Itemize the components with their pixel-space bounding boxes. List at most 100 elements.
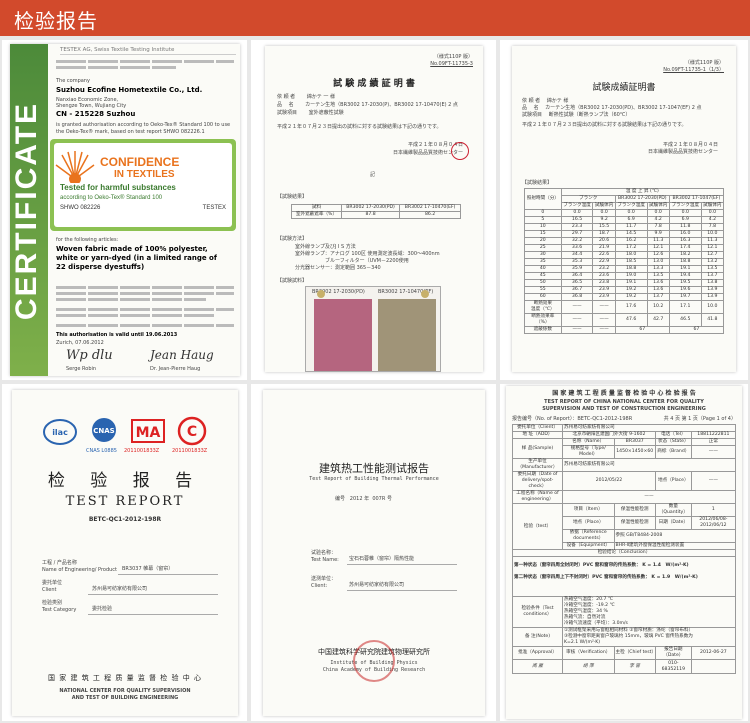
table-cell: 40 <box>524 265 562 273</box>
company-address-2: Shengze Town, Wujiang City <box>56 103 127 109</box>
certificate-band: CERTIFICATE <box>10 44 48 376</box>
table-cell: 45 <box>524 272 562 280</box>
oeko-tex-certificate: CERTIFICATE TESTEX AG, Swiss Textile Tes… <box>10 44 240 376</box>
en-title: TEST REPORT <box>65 494 185 509</box>
jp-insulation-report-image[interactable]: （様式110P 版） No.09FT-11735-1（1/3） 試験成績証明書 … <box>500 40 748 380</box>
signature-1: Wp dlu <box>66 348 113 363</box>
table-cell: 备 注(Note) <box>512 627 563 647</box>
table-cell: 设备（Equipment） <box>562 542 615 550</box>
thermal-report-image[interactable]: 建筑热工性能测试报告 Test Report of Building Therm… <box>251 384 496 721</box>
fabric-swatch-pink <box>314 299 372 371</box>
granted-text: is granted authorisation according to Oe… <box>56 122 231 135</box>
table-cell: 13.7 <box>646 293 670 301</box>
table-cell: 13.5 <box>646 272 670 280</box>
table-cell: 李 冒 <box>613 659 656 674</box>
table-cell: 13.9 <box>700 286 725 294</box>
table-cell: 13.3 <box>646 265 670 273</box>
lab-name: TESTEX AG, Swiss Textile Testing Institu… <box>60 47 236 55</box>
field2-value: 苏州易可纺家纺有限公司 <box>92 586 148 592</box>
cn-detail-report-image[interactable]: 国 家 建 筑 工 程 质 量 监 督 检 验 中 心 检 验 报 告 TEST… <box>500 384 748 721</box>
center-cn: 国 家 建 筑 工 程 质 量 监 督 检 验 中 心 <box>48 674 202 682</box>
table-cell: 11.3 <box>646 237 670 245</box>
table-cell: 0.0 <box>700 209 725 217</box>
table-cell: 23.9 <box>592 293 616 301</box>
jp-insulation-report: （様式110P 版） No.09FT-11735-1（1/3） 試験成績証明書 … <box>512 46 736 372</box>
table-cell: 6.9 <box>668 216 702 224</box>
f1-label: 断熱効果 温度（℃） <box>524 300 562 314</box>
table-cell: 热箱空气温度：20.7 ℃ 冷箱空气温度：-19.2 ℃ 热箱空气湿度：34 % 热箱… <box>562 596 736 628</box>
field1-label: 工程 / 产品名称 <box>42 560 77 566</box>
cn-report-cover-image[interactable]: ilac CNAS MA C CNAS L0885 2011001833Z 20… <box>2 384 247 721</box>
table-cell: 22.6 <box>592 251 616 259</box>
table-cell: 北京市朝阳区建国门外大街 9-1602 <box>562 431 656 439</box>
table-cell: BHR-Ⅱ建筑外窗保温性能检测装置 <box>613 542 737 550</box>
issue-date: Zurich, 07.06.2012 <box>56 340 104 346</box>
table-cell: 13.6 <box>646 279 670 287</box>
cn-title: 检 验 报 告 <box>47 471 203 491</box>
articles-label: for the following articles: <box>56 237 119 243</box>
table-cell: 55 <box>524 286 562 294</box>
certificate-image[interactable]: CERTIFICATE TESTEX AG, Swiss Textile Tes… <box>2 40 247 380</box>
row-shading-rate: 室外遮蔽遮率（%） <box>291 211 342 219</box>
table-cell: 地点（Place） <box>654 471 692 491</box>
table-cell: 11.7 <box>614 223 648 231</box>
table-cell <box>690 659 737 674</box>
detail-title-cn: 国 家 建 筑 工 程 质 量 监 督 检 验 中 心 检 验 报 告 <box>552 390 696 397</box>
product-row: 品 名 カーテン生地（BR3002 17-2030(PD)、BR3002 17-… <box>522 105 702 111</box>
table-row: 5 16.5 9.2 6.9 4.2 6.9 4.2 <box>524 216 725 224</box>
test-item-row: 試験項目 断熱性試験（断熱ランプ法（60℃） <box>522 112 631 118</box>
table-cell: 10 <box>524 223 562 231</box>
table-cell: 正常 <box>690 438 737 446</box>
jp-title: 試験成績証明書 <box>592 83 656 93</box>
client-label: 送测单位： <box>311 576 337 582</box>
table-cell: 10.0 <box>700 300 725 314</box>
signer-1: Serge Robin <box>66 366 97 372</box>
table-cell: 16.5 <box>560 216 594 224</box>
th-sample-2: BR3002 17-1047(EF) <box>668 195 725 203</box>
certificate-band-text: CERTIFICATE <box>10 101 43 321</box>
table-cell: 29.7 <box>560 230 594 238</box>
report-number: BETC-QC1-2012-198R <box>88 516 162 523</box>
field1-en: Name of Engineering/ Product <box>42 567 118 573</box>
table-cell: 14.5 <box>614 230 648 238</box>
tested-text: Tested for harmful substances <box>60 183 176 192</box>
table-cell: 0.0 <box>560 209 594 217</box>
oeko-tex-label: CONFIDENCE IN TEXTILES Tested for harmfu… <box>50 139 236 231</box>
table-cell: 12.7 <box>700 251 725 259</box>
sample-heading: 【試験試料】 <box>277 278 308 284</box>
table-cell: 保温性能检测 <box>613 516 656 530</box>
table-cell: 13.2 <box>700 258 725 266</box>
table-cell: 23.2 <box>592 265 616 273</box>
table-cell: 35.9 <box>560 265 594 273</box>
thermal-title: 建筑热工性能测试报告 <box>319 462 429 475</box>
table-cell: 检验（test） <box>512 503 563 550</box>
table-cell: 状态（State） <box>654 438 692 446</box>
product-row: 品 名 カーテン生地（BR3002 17-2030(P)、BR3002 17-1… <box>277 102 458 108</box>
table-row: 50 36.5 23.8 19.1 13.6 19.5 13.8 <box>524 279 725 287</box>
table-cell: 10.0 <box>700 230 725 238</box>
table-cell: 42.7 <box>646 313 670 327</box>
table-cell: —— <box>592 313 616 327</box>
table-cell: 保温性能检测 <box>613 503 656 517</box>
table-cell: 15 <box>524 230 562 238</box>
table-cell: 商标（Brand） <box>654 445 692 459</box>
table-cell: 36.4 <box>560 272 594 280</box>
method-1: 室外線ランプ及びJ I S 方法 <box>295 244 356 250</box>
table-cell: 13.9 <box>700 293 725 301</box>
table-cell: 16.3 <box>668 237 702 245</box>
table-cell: 7.8 <box>700 223 725 231</box>
center-en-2: AND TEST OF BUILDING ENGINEERING <box>71 695 179 701</box>
sample-board: BR3002 17-2030(PD) BR3002 17-10470(EF) <box>305 286 441 372</box>
table-cell: 9.9 <box>646 230 670 238</box>
client-row: 依 頼 者 綿かテ 一 様 <box>277 94 335 100</box>
jp-shading-report: （様式110P 版） No.09FT-11735-3 試 験 成 績 証 明 書… <box>265 46 483 372</box>
table-cell: 13.0 <box>646 258 670 266</box>
svg-text:ilac: ilac <box>52 428 68 437</box>
table-cell: 18.8 <box>668 258 702 266</box>
test-item-row: 試験項目 室外遮蔽性試験 <box>277 110 344 116</box>
table-cell: 2012/05/22 <box>562 471 656 491</box>
jp-shading-report-image[interactable]: （様式110P 版） No.09FT-11735-3 試 験 成 績 証 明 書… <box>251 40 496 380</box>
table-cell: 18.2 <box>668 251 702 259</box>
cnas-code: CNAS L0885 <box>86 448 117 454</box>
ref-number: No.09FT-11735-3 <box>430 61 473 67</box>
